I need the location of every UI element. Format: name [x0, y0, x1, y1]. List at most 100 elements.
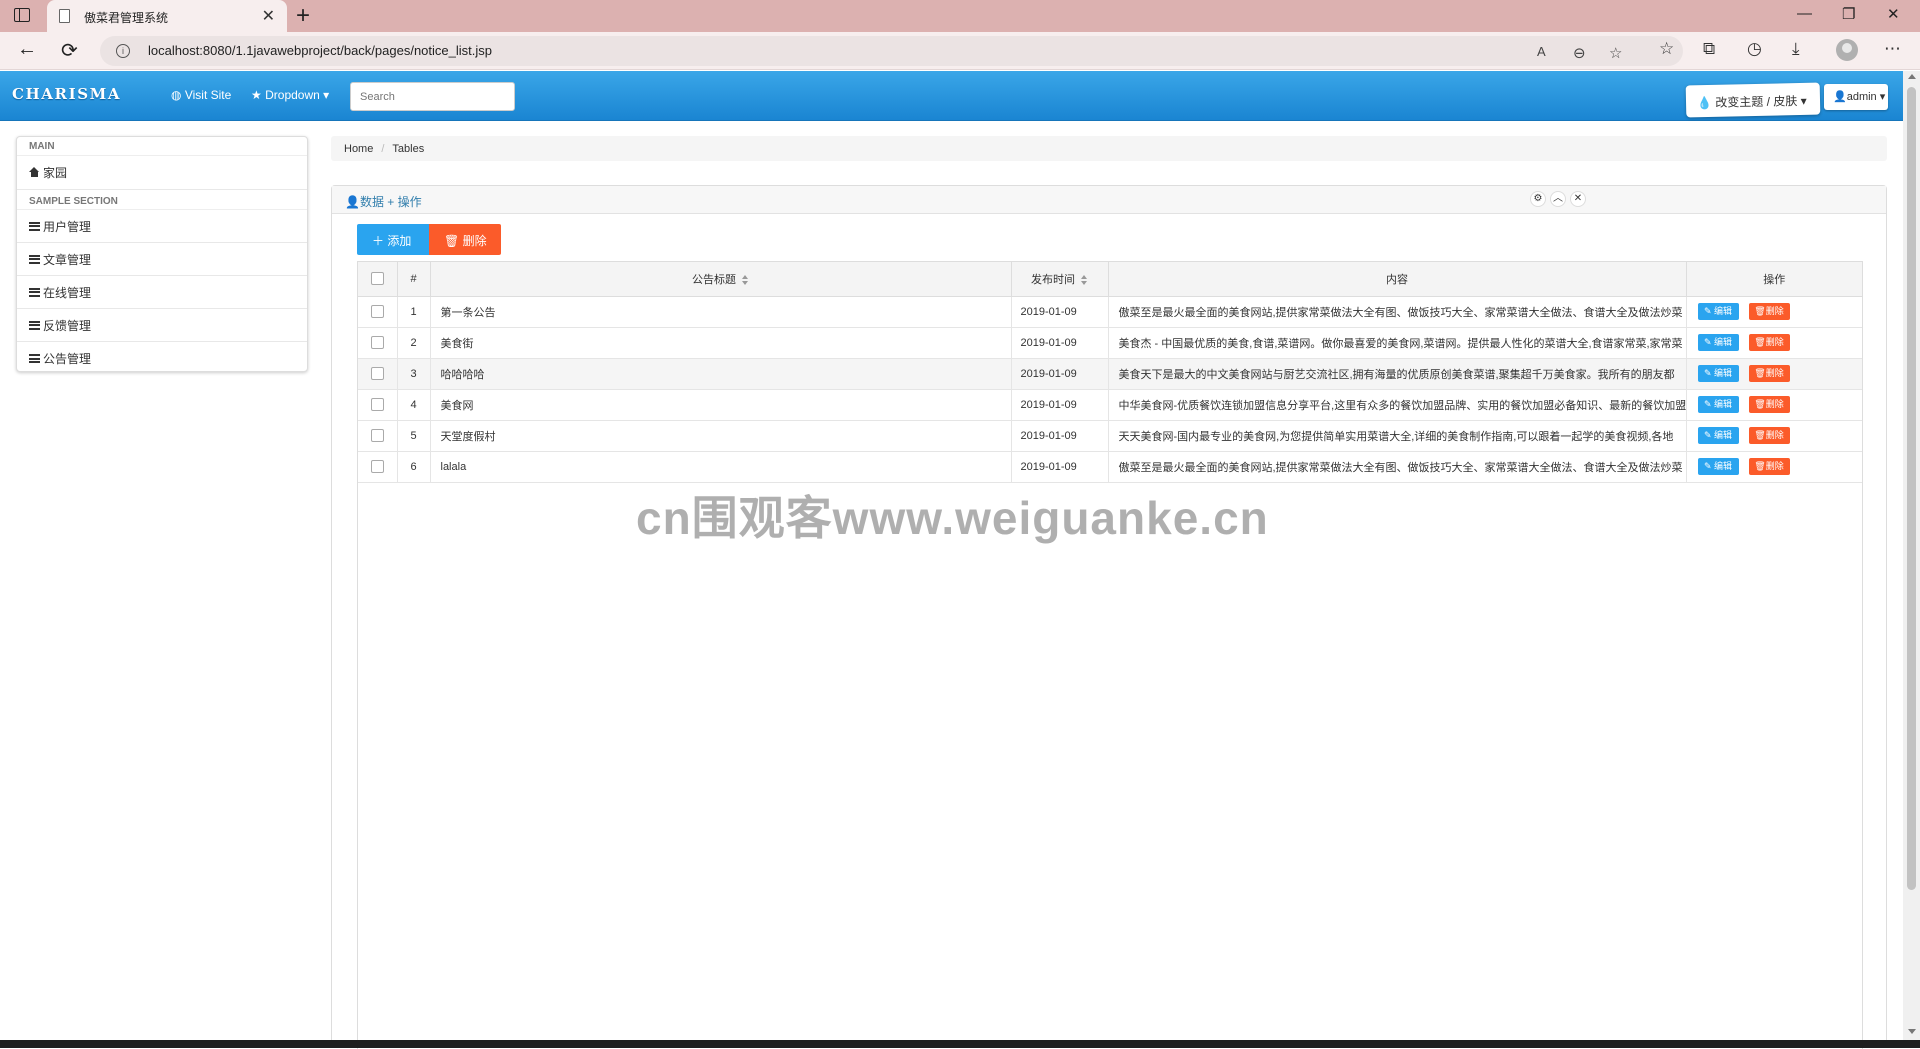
table-row[interactable]: 1 第一条公告 2019-01-09 傲菜至是最火最全面的美食网站,提供家常菜做法大全…: [358, 296, 1862, 328]
sidebar-item-articles[interactable]: 文章管理: [17, 243, 307, 276]
sidebar-item-users[interactable]: 用户管理: [17, 210, 307, 243]
visit-site-link[interactable]: ◍ Visit Site: [171, 88, 231, 102]
row-checkbox[interactable]: [370, 336, 384, 349]
page-scrollbar[interactable]: [1903, 71, 1920, 1040]
search-input[interactable]: [350, 82, 515, 111]
delete-label: 删除: [1765, 430, 1784, 440]
row-delete-button[interactable]: 🗑删除: [1748, 427, 1790, 444]
select-all-checkbox[interactable]: [370, 272, 384, 286]
edit-button[interactable]: ✎ 编辑: [1697, 427, 1739, 444]
sidebar-item-online[interactable]: 在线管理: [17, 276, 307, 309]
row-delete-button[interactable]: 🗑删除: [1748, 396, 1790, 413]
table-row[interactable]: 5 天堂度假村 2019-01-09 天天美食网-国内最专业的美食网,为您提供简单实用…: [358, 420, 1862, 452]
row-index: 4: [397, 389, 431, 421]
row-delete-button[interactable]: 🗑删除: [1748, 334, 1790, 351]
collapse-icon[interactable]: ︿: [1550, 191, 1566, 207]
info-icon[interactable]: i: [116, 44, 130, 58]
edit-button[interactable]: ✎ 编辑: [1697, 365, 1739, 382]
history-icon[interactable]: ◷: [1747, 39, 1762, 59]
sort-icon[interactable]: [742, 274, 749, 285]
url-text[interactable]: localhost:8080/1.1javawebproject/back/pa…: [148, 43, 492, 58]
row-select-cell: [358, 296, 398, 328]
row-checkbox[interactable]: [370, 398, 384, 411]
sidebar-item-label: 用户管理: [43, 219, 92, 234]
tab-close-icon[interactable]: ✕: [262, 6, 275, 26]
edit-button[interactable]: ✎ 编辑: [1697, 458, 1739, 475]
column-header-date[interactable]: 发布时间: [1011, 262, 1109, 297]
scroll-up-icon[interactable]: [1908, 74, 1916, 79]
row-content: 傲菜至是最火最全面的美食网站,提供家常菜做法大全有图、做饭技巧大全、家常菜谱大全…: [1108, 296, 1687, 328]
column-header-title[interactable]: 公告标题: [430, 262, 1012, 297]
sidebar-item-home[interactable]: 家园: [17, 156, 307, 190]
pencil-icon: ✎: [1703, 461, 1712, 471]
row-index: 1: [397, 296, 431, 328]
settings-icon[interactable]: ⚙: [1530, 191, 1546, 207]
table-row[interactable]: 3 哈哈哈哈 2019-01-09 美食天下是最大的中文美食网站与厨艺交流社区,拥有海…: [358, 358, 1862, 390]
edit-button[interactable]: ✎ 编辑: [1697, 303, 1739, 320]
back-icon[interactable]: ←: [17, 38, 37, 61]
new-tab-icon[interactable]: +: [296, 2, 310, 30]
row-delete-button[interactable]: 🗑删除: [1748, 458, 1790, 475]
row-title: lalala: [430, 451, 1012, 483]
table-header-row: # 公告标题 发布时间 内容 操作: [358, 262, 1862, 297]
list-icon: [29, 254, 40, 264]
sidebar-item-notices[interactable]: 公告管理: [17, 342, 307, 375]
column-header-index: #: [397, 262, 431, 297]
list-icon: [29, 287, 40, 297]
favorites-icon[interactable]: ☆: [1659, 39, 1674, 59]
scrollbar-thumb[interactable]: [1907, 87, 1916, 890]
profile-avatar[interactable]: [1836, 39, 1858, 61]
row-delete-button[interactable]: 🗑删除: [1748, 303, 1790, 320]
sidebar-item-label: 家园: [43, 166, 68, 180]
admin-button[interactable]: 👤admin ▾: [1824, 84, 1888, 110]
edit-button[interactable]: ✎ 编辑: [1697, 396, 1739, 413]
downloads-icon[interactable]: ⤓: [1792, 39, 1800, 59]
delete-label: 删除: [1765, 461, 1784, 471]
brand-logo[interactable]: CHARISMA: [12, 85, 121, 103]
restore-button[interactable]: ❐: [1842, 5, 1855, 23]
table-row[interactable]: 6 lalala 2019-01-09 傲菜至是最火最全面的美食网站,提供家常菜做法大…: [358, 451, 1862, 483]
column-header-actions: 操作: [1686, 262, 1862, 297]
row-checkbox[interactable]: [370, 305, 384, 318]
edit-button[interactable]: ✎ 编辑: [1697, 334, 1739, 351]
row-checkbox[interactable]: [370, 429, 384, 442]
add-button[interactable]: ＋ 添加: [357, 224, 429, 255]
dropdown-menu[interactable]: ★ Dropdown ▾: [251, 88, 329, 102]
sort-icon[interactable]: [1081, 274, 1088, 285]
breadcrumb: Home / Tables: [331, 136, 1887, 161]
delete-button[interactable]: 🗑 删除: [429, 224, 501, 255]
add-button-label: 添加: [387, 234, 412, 248]
top-navbar: CHARISMA ◍ Visit Site ★ Dropdown ▾ 💧 改变主…: [0, 71, 1903, 121]
add-favorite-icon[interactable]: ☆: [1609, 44, 1622, 62]
pencil-icon: ✎: [1703, 368, 1712, 378]
sidebar-item-label: 公告管理: [43, 352, 92, 366]
notice-table: # 公告标题 发布时间 内容 操作 1 第一条公告 2019-01-09 傲菜至是最火…: [358, 262, 1862, 483]
read-aloud-icon[interactable]: A: [1537, 44, 1546, 59]
more-icon[interactable]: ⋯: [1884, 39, 1901, 59]
collections-icon[interactable]: ⧉: [1703, 39, 1715, 59]
column-header-content: 内容: [1108, 262, 1687, 297]
tab-actions-icon[interactable]: [14, 8, 30, 22]
window-close-button[interactable]: ✕: [1887, 5, 1900, 23]
row-checkbox[interactable]: [370, 367, 384, 380]
sidebar-header-sample: SAMPLE SECTION: [17, 190, 307, 210]
address-bar[interactable]: i localhost:8080/1.1javawebproject/back/…: [100, 36, 1683, 66]
sidebar-item-feedback[interactable]: 反馈管理: [17, 309, 307, 342]
table-row[interactable]: 2 美食街 2019-01-09 美食杰 - 中国最优质的美食,食谱,菜谱网。做你最喜…: [358, 327, 1862, 359]
theme-switch-button[interactable]: 💧 改变主题 / 皮肤 ▾: [1685, 82, 1821, 118]
row-actions: ✎ 编辑 🗑删除: [1686, 451, 1862, 483]
reload-icon[interactable]: ⟳: [61, 38, 78, 63]
scroll-down-icon[interactable]: [1908, 1029, 1916, 1034]
table-row[interactable]: 4 美食网 2019-01-09 中华美食网-优质餐饮连锁加盟信息分享平台,这里有众多…: [358, 389, 1862, 421]
breadcrumb-home[interactable]: Home: [344, 143, 373, 155]
minimize-button[interactable]: —: [1797, 5, 1812, 22]
row-select-cell: [358, 389, 398, 421]
panel-close-icon[interactable]: ✕: [1570, 191, 1586, 207]
zoom-icon[interactable]: ⊖: [1573, 44, 1586, 62]
row-checkbox[interactable]: [370, 460, 384, 473]
row-delete-button[interactable]: 🗑删除: [1748, 365, 1790, 382]
browser-tab[interactable]: 傲菜君管理系统 ✕: [47, 0, 287, 32]
panel-title: 数据 + 操作: [359, 195, 422, 209]
select-all-header: [358, 262, 398, 297]
row-content: 中华美食网-优质餐饮连锁加盟信息分享平台,这里有众多的餐饮加盟品牌、实用的餐饮加…: [1108, 389, 1687, 421]
